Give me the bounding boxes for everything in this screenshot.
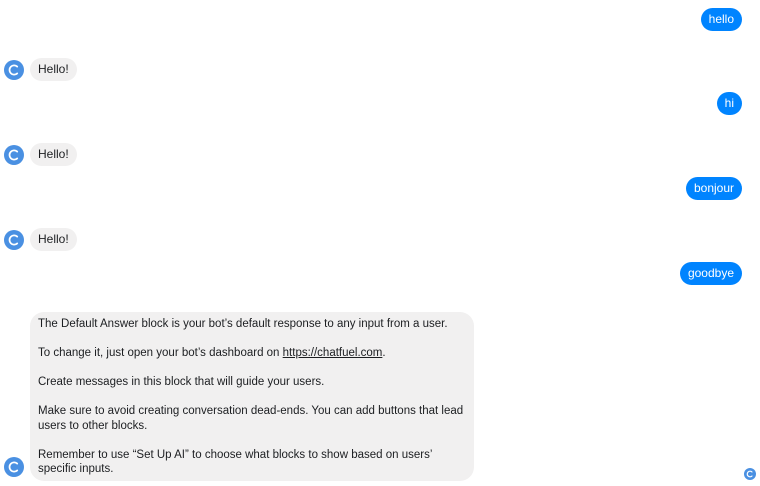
chatfuel-link[interactable]: https://chatfuel.com <box>283 347 383 359</box>
bot-avatar-icon <box>4 457 24 477</box>
bot-avatar-icon <box>4 60 24 80</box>
bot-message-bubble: Hello! <box>30 58 77 81</box>
default-answer-bubble: The Default Answer block is your bot’s d… <box>30 312 474 481</box>
default-answer-text: . <box>382 347 386 359</box>
user-message-bubble: bonjour <box>685 177 742 200</box>
bot-message-bubble: Hello! <box>30 143 77 166</box>
default-answer-paragraph-3: Create messages in this block that will … <box>38 376 325 388</box>
bot-avatar-icon <box>4 230 24 250</box>
default-answer-paragraph-5: Remember to use “Set Up AI” to choose wh… <box>38 448 432 476</box>
seen-avatar-icon <box>744 468 756 480</box>
bot-avatar-icon <box>4 145 24 165</box>
bot-message-bubble: Hello! <box>30 228 77 251</box>
default-answer-paragraph-1: The Default Answer block is your bot’s d… <box>38 318 448 330</box>
user-message-bubble: goodbye <box>679 262 742 285</box>
user-message-bubble: hi <box>716 92 742 115</box>
user-message-bubble: hello <box>700 8 742 31</box>
default-answer-paragraph-4: Make sure to avoid creating conversation… <box>38 405 464 432</box>
default-answer-paragraph-2: To change it, just open your bot’s dashb… <box>38 346 466 361</box>
default-answer-text: To change it, just open your bot’s dashb… <box>38 347 283 359</box>
